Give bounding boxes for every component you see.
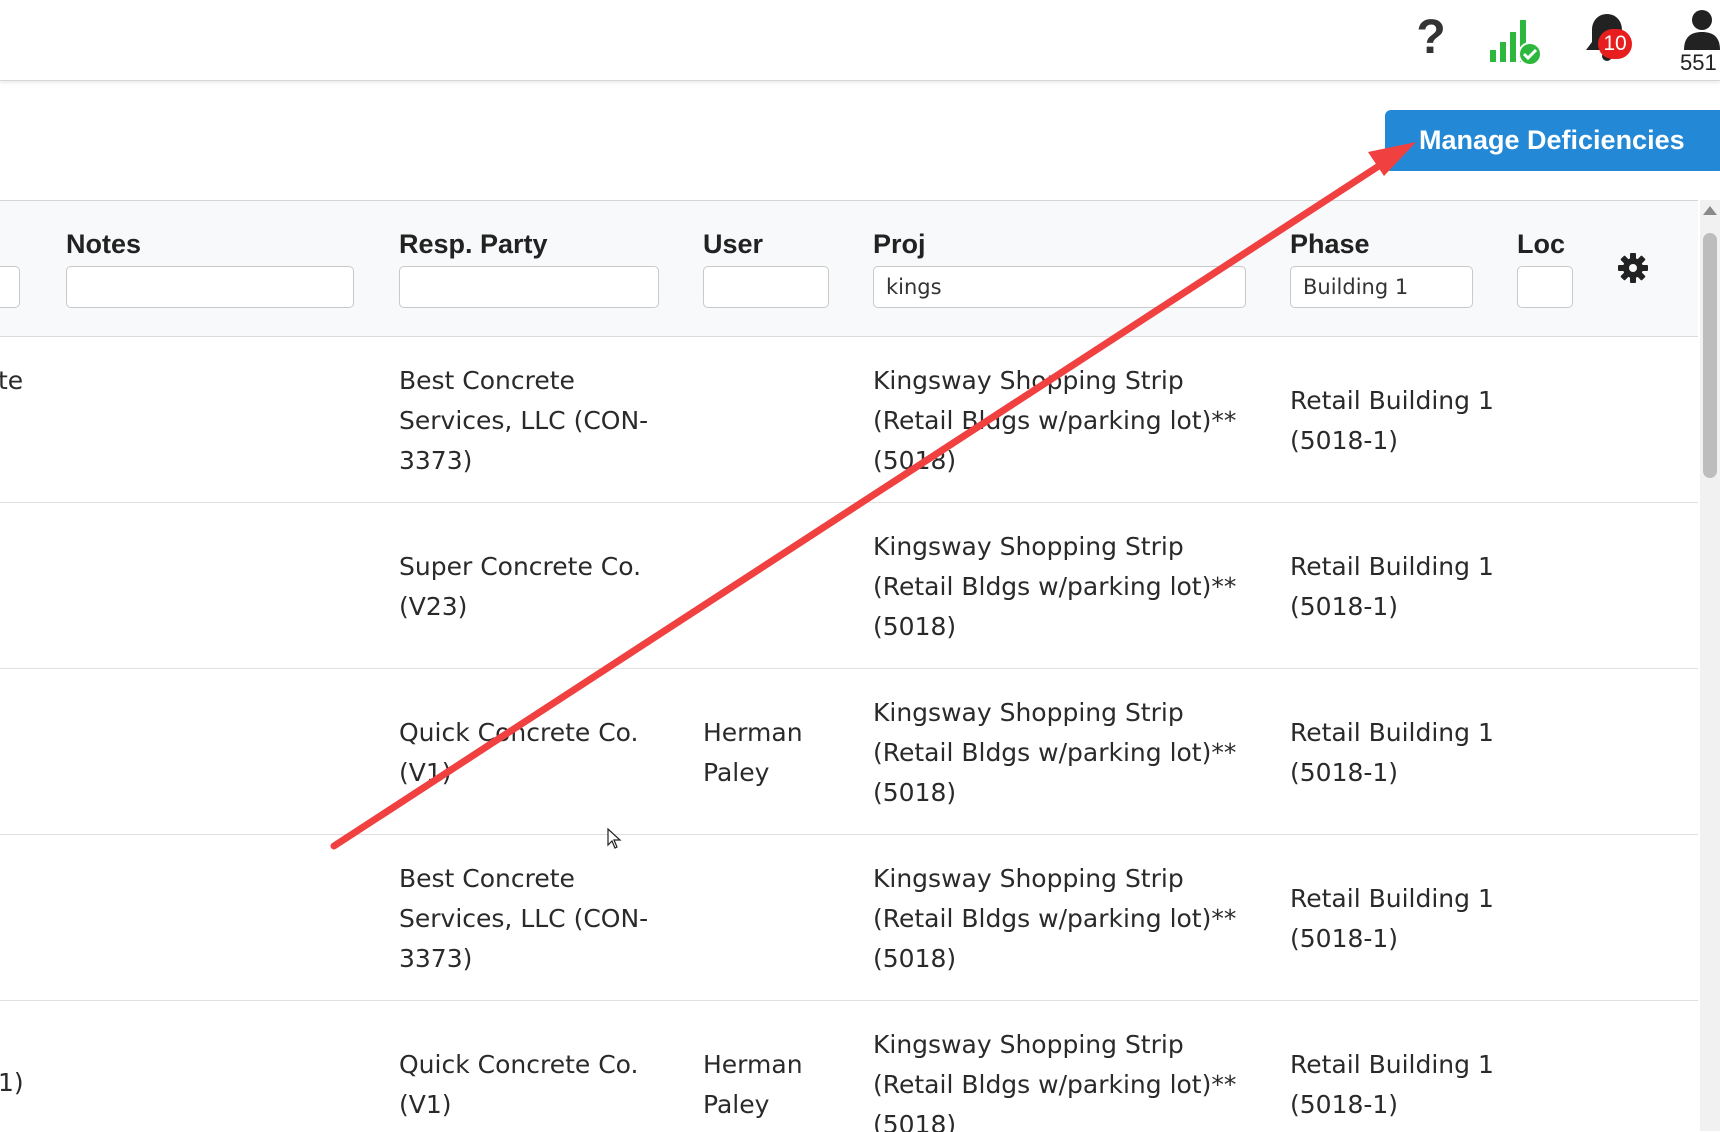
filter-user-input[interactable] (703, 266, 829, 308)
filter-notes-input[interactable] (66, 266, 354, 308)
filter-loc-input[interactable] (1517, 266, 1573, 308)
column-header-proj[interactable]: Proj (873, 229, 926, 260)
table-row[interactable]: Quick Concrete Co. (V1) Herman Paley Kin… (0, 669, 1698, 835)
user-id-label: 551 (1680, 50, 1717, 75)
table-row[interactable]: Best Concrete Services, LLC (CON-3373) K… (0, 835, 1698, 1001)
cell-resp-party: Best Concrete Services, LLC (CON-3373) (399, 864, 649, 973)
column-header-user[interactable]: User (703, 229, 763, 260)
cell-proj: Kingsway Shopping Strip (Retail Bldgs w/… (873, 864, 1237, 973)
cell-resp-party: Best Concrete Services, LLC (CON-3373) (399, 366, 649, 475)
cell-proj: Kingsway Shopping Strip (Retail Bldgs w/… (873, 698, 1237, 807)
top-bar: ? 10 551 (0, 0, 1720, 81)
gear-icon[interactable] (1618, 253, 1648, 283)
cell-phase: Retail Building 1 (5018-1) (1290, 884, 1494, 953)
filter-leading-partial[interactable] (0, 266, 20, 308)
cell-leading-partial: 1) (0, 1068, 24, 1097)
cell-proj: Kingsway Shopping Strip (Retail Bldgs w/… (873, 532, 1237, 641)
signal-check-icon[interactable] (1486, 14, 1546, 66)
cell-phase: Retail Building 1 (5018-1) (1290, 386, 1494, 455)
column-header-resp-party[interactable]: Resp. Party (399, 229, 548, 260)
table-row[interactable]: Super Concrete Co. (V23) Kingsway Shoppi… (0, 503, 1698, 669)
cell-phase: Retail Building 1 (5018-1) (1290, 718, 1494, 787)
cell-phase: Retail Building 1 (5018-1) (1290, 1050, 1494, 1119)
cell-proj: Kingsway Shopping Strip (Retail Bldgs w/… (873, 366, 1237, 475)
filter-resp-party-input[interactable] (399, 266, 659, 308)
cell-user: Herman Paley (703, 718, 803, 787)
filter-proj-input[interactable] (873, 266, 1246, 308)
scroll-up-arrow-icon[interactable] (1703, 206, 1717, 215)
cell-resp-party: Super Concrete Co. (V23) (399, 552, 642, 621)
column-header-loc[interactable]: Loc (1517, 229, 1565, 260)
cell-leading-partial: te (0, 366, 24, 395)
table-row[interactable]: te Best Concrete Services, LLC (CON-3373… (0, 337, 1698, 503)
filter-phase-input[interactable] (1290, 266, 1473, 308)
column-header-phase[interactable]: Phase (1290, 229, 1370, 260)
cell-resp-party: Quick Concrete Co. (V1) (399, 1050, 639, 1119)
manage-deficiencies-button[interactable]: Manage Deficiencies (1385, 110, 1720, 171)
question-mark-icon[interactable]: ? (1408, 12, 1454, 64)
table-row[interactable]: 1) Quick Concrete Co. (V1) Herman Paley … (0, 1001, 1698, 1132)
mouse-cursor-icon (607, 828, 622, 849)
user-icon[interactable] (1676, 8, 1720, 50)
notification-count-badge: 10 (1598, 29, 1632, 59)
cell-proj: Kingsway Shopping Strip (Retail Bldgs w/… (873, 1030, 1237, 1132)
table-header: Notes Resp. Party User Proj Phase Loc (0, 201, 1698, 337)
cell-user: Herman Paley (703, 1050, 803, 1119)
scrollbar-thumb[interactable] (1703, 233, 1717, 478)
cell-phase: Retail Building 1 (5018-1) (1290, 552, 1494, 621)
column-header-notes[interactable]: Notes (66, 229, 141, 260)
deficiencies-table: Notes Resp. Party User Proj Phase Loc (0, 200, 1698, 1132)
cell-resp-party: Quick Concrete Co. (V1) (399, 718, 639, 787)
